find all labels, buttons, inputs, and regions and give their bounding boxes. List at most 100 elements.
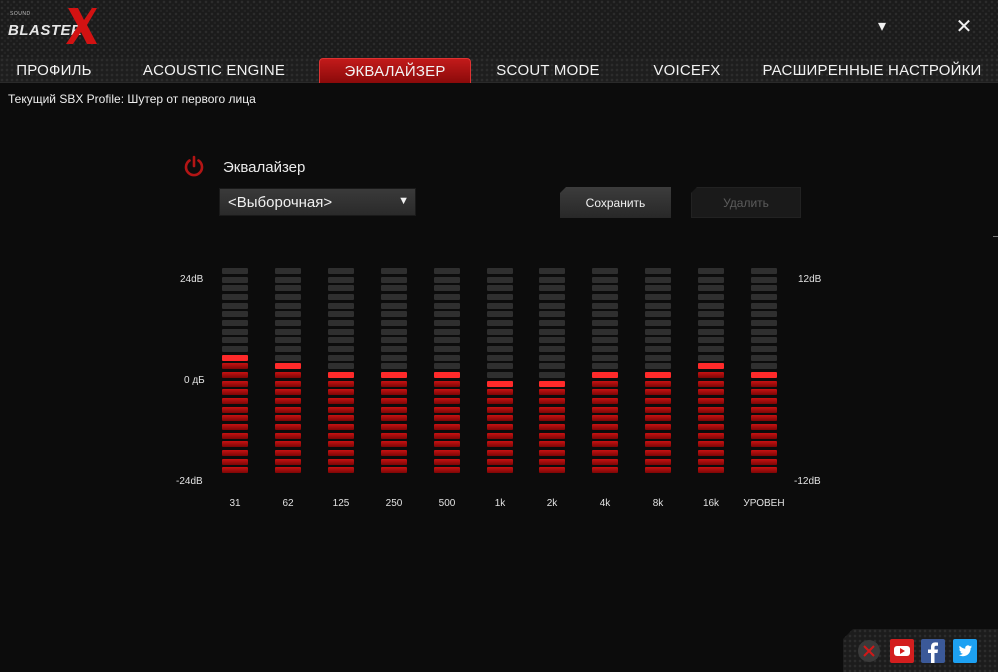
eq-segment bbox=[275, 276, 301, 283]
minimize-button[interactable]: ▾ bbox=[870, 14, 894, 38]
eq-segment bbox=[381, 311, 407, 318]
eq-segment bbox=[275, 363, 301, 370]
eq-segment bbox=[698, 406, 724, 413]
eq-segment bbox=[539, 432, 565, 439]
eq-band-slider[interactable] bbox=[381, 268, 407, 474]
youtube-icon[interactable] bbox=[890, 639, 914, 663]
social-panel bbox=[843, 629, 998, 672]
eq-band-slider[interactable] bbox=[539, 268, 565, 474]
twitter-icon[interactable] bbox=[953, 639, 977, 663]
eq-segment bbox=[381, 467, 407, 474]
eq-band-label: 250 bbox=[385, 498, 403, 509]
eq-band-slider[interactable] bbox=[275, 268, 301, 474]
eq-segment bbox=[328, 450, 354, 457]
eq-segment bbox=[381, 337, 407, 344]
eq-segment bbox=[328, 346, 354, 353]
eq-segment bbox=[434, 424, 460, 431]
eq-segment bbox=[645, 398, 671, 405]
eq-segment bbox=[698, 354, 724, 361]
close-button[interactable]: ✕ bbox=[952, 14, 976, 38]
close-circle-icon[interactable] bbox=[857, 639, 881, 663]
facebook-icon[interactable] bbox=[921, 639, 945, 663]
eq-segment bbox=[487, 337, 513, 344]
eq-segment bbox=[434, 441, 460, 448]
eq-segment bbox=[381, 380, 407, 387]
eq-segment bbox=[751, 467, 777, 474]
eq-segment bbox=[434, 294, 460, 300]
eq-segment bbox=[645, 268, 671, 274]
eq-segment bbox=[275, 328, 301, 335]
eq-band-label: 16k bbox=[702, 498, 720, 509]
eq-segment bbox=[381, 268, 407, 274]
eq-segment bbox=[381, 415, 407, 422]
eq-band-slider[interactable] bbox=[434, 268, 460, 474]
eq-segment bbox=[222, 441, 248, 448]
preset-dropdown[interactable]: <Выборочная> ▼ bbox=[219, 188, 416, 216]
eq-segment bbox=[539, 346, 565, 353]
tab-advanced-settings[interactable]: РАСШИРЕННЫЕ НАСТРОЙКИ bbox=[758, 58, 986, 83]
save-button[interactable]: Сохранить bbox=[560, 187, 671, 218]
eq-segment bbox=[275, 302, 301, 309]
eq-segment bbox=[751, 328, 777, 335]
preset-value: <Выборочная> bbox=[228, 193, 333, 211]
eq-band-slider[interactable] bbox=[222, 268, 248, 474]
eq-segment bbox=[592, 389, 618, 396]
eq-segment bbox=[222, 276, 248, 283]
tab-scout-mode[interactable]: SCOUT MODE bbox=[492, 58, 604, 83]
eq-band-slider[interactable] bbox=[328, 268, 354, 474]
eq-segment bbox=[328, 467, 354, 474]
eq-segment bbox=[592, 311, 618, 318]
eq-band-slider[interactable] bbox=[592, 268, 618, 474]
eq-segment bbox=[539, 415, 565, 422]
tab-profile[interactable]: ПРОФИЛЬ bbox=[8, 58, 100, 83]
delete-button[interactable]: Удалить bbox=[691, 187, 801, 218]
power-icon[interactable] bbox=[181, 154, 207, 180]
tab-voicefx[interactable]: VOICEFX bbox=[648, 58, 726, 83]
eq-segment bbox=[751, 276, 777, 283]
eq-segment bbox=[645, 380, 671, 387]
eq-segment bbox=[539, 372, 565, 379]
eq-band-slider[interactable] bbox=[487, 268, 513, 474]
eq-segment bbox=[539, 311, 565, 318]
equalizer-title: Эквалайзер bbox=[223, 159, 306, 176]
eq-segment bbox=[487, 458, 513, 465]
tab-acoustic-engine[interactable]: ACOUSTIC ENGINE bbox=[140, 58, 288, 83]
eq-segment bbox=[539, 320, 565, 327]
eq-segment bbox=[539, 458, 565, 465]
tab-equalizer[interactable]: ЭКВАЛАЙЗЕР bbox=[319, 58, 471, 83]
eq-segment bbox=[381, 450, 407, 457]
eq-segment bbox=[751, 372, 777, 379]
eq-segment bbox=[222, 320, 248, 327]
eq-band-slider[interactable] bbox=[645, 268, 671, 474]
eq-segment bbox=[645, 424, 671, 431]
eq-segment bbox=[434, 302, 460, 309]
eq-segment bbox=[222, 328, 248, 335]
eq-segment bbox=[222, 458, 248, 465]
eq-segment bbox=[487, 346, 513, 353]
eq-segment bbox=[487, 450, 513, 457]
eq-segment bbox=[328, 424, 354, 431]
eq-segment bbox=[222, 432, 248, 439]
eq-segment bbox=[328, 441, 354, 448]
eq-segment bbox=[275, 354, 301, 361]
eq-segment bbox=[328, 380, 354, 387]
eq-segment bbox=[222, 346, 248, 353]
eq-segment bbox=[381, 458, 407, 465]
eq-segment bbox=[222, 380, 248, 387]
eq-segment bbox=[222, 302, 248, 309]
eq-segment bbox=[275, 294, 301, 300]
eq-segment bbox=[539, 363, 565, 370]
eq-segment bbox=[698, 398, 724, 405]
eq-segment bbox=[487, 268, 513, 274]
eq-segment bbox=[275, 380, 301, 387]
eq-segment bbox=[698, 432, 724, 439]
eq-segment bbox=[539, 380, 565, 387]
eq-segment bbox=[487, 415, 513, 422]
eq-segment bbox=[381, 424, 407, 431]
eq-band-slider[interactable] bbox=[698, 268, 724, 474]
eq-segment bbox=[645, 276, 671, 283]
eq-segment bbox=[275, 268, 301, 274]
eq-segment bbox=[275, 389, 301, 396]
eq-band-slider[interactable] bbox=[751, 268, 777, 474]
eq-segment bbox=[645, 302, 671, 309]
